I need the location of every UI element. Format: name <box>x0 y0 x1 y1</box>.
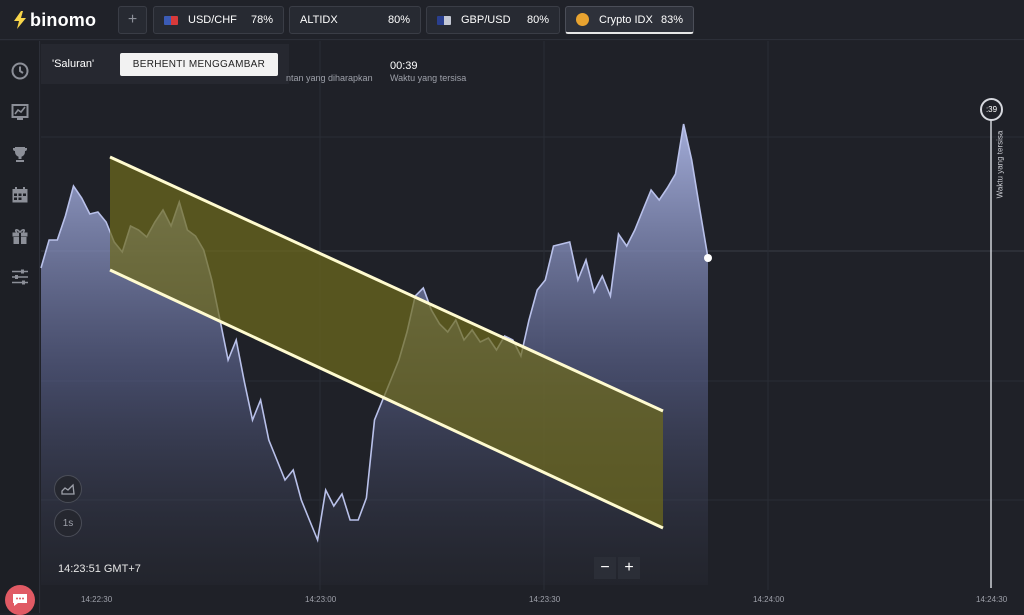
zoom-in-button[interactable]: + <box>618 557 640 579</box>
x-tick-label: 14:23:30 <box>529 595 561 604</box>
timeframe-button[interactable]: 1s <box>54 509 82 537</box>
x-tick-label: 14:22:30 <box>81 595 113 604</box>
drawing-tool-name: 'Saluran' <box>52 58 95 70</box>
chart-type-button[interactable] <box>54 475 82 503</box>
timer-label: Waktu yang tersisa <box>390 73 467 83</box>
current-price-dot <box>704 254 712 262</box>
area-chart-icon <box>61 483 75 495</box>
timer-value: 00:39 <box>390 60 418 72</box>
price-chart[interactable] <box>0 0 1024 613</box>
x-tick-label: 14:24:30 <box>976 595 1008 604</box>
zoom-out-button[interactable]: − <box>594 557 616 579</box>
x-tick-label: 14:24:00 <box>753 595 785 604</box>
timer-bubble: :39 <box>980 98 1003 121</box>
stop-drawing-button[interactable]: BERHENTI MENGGAMBAR <box>120 53 278 76</box>
x-tick-label: 14:23:00 <box>305 595 337 604</box>
vertical-timer-label: Waktu yang tersisa <box>995 130 1005 199</box>
expected-payout-label: ntan yang diharapkan <box>286 73 373 83</box>
current-time: 14:23:51 GMT+7 <box>58 563 141 575</box>
drawing-panel: 'Saluran' BERHENTI MENGGAMBAR <box>41 44 289 84</box>
